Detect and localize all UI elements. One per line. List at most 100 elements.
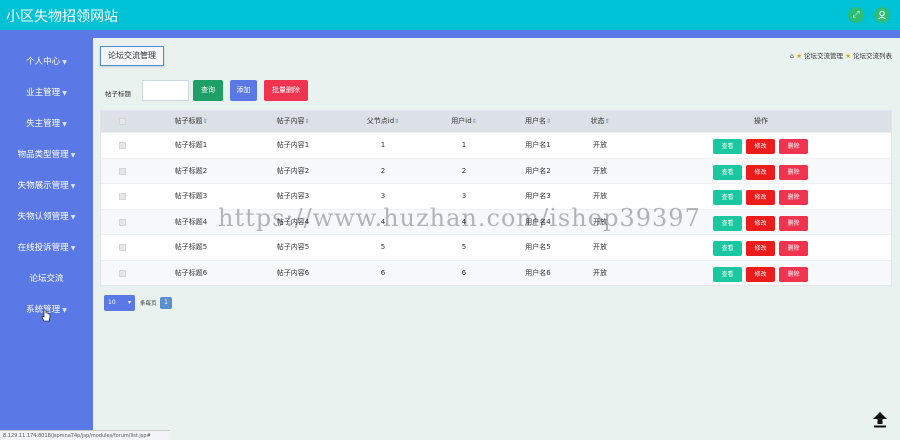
page-size-value: 10 [108, 299, 116, 306]
sort-icon: ⇕ [202, 118, 208, 125]
title-search-input[interactable] [142, 80, 189, 101]
cell-title: 帖子标题6 [174, 268, 208, 277]
edit-button[interactable]: 修改 [746, 241, 775, 256]
forum-table: 帖子标题⇕ 帖子内容⇕ 父节点id⇕ 用户id⇕ 用户名⇕ 状态⇕ 操作 帖子标… [100, 110, 892, 286]
sidebar-item-label: 论坛交流 [29, 274, 64, 284]
cell-content: 帖子内容2 [276, 166, 310, 175]
cell-content: 帖子内容1 [276, 141, 310, 149]
cell-status: 开放 [593, 141, 607, 149]
sidebar-item-label: 个人中心 [26, 57, 61, 67]
query-button[interactable]: 查询 [193, 80, 223, 101]
col-content[interactable]: 帖子内容⇕ [248, 111, 338, 132]
row-checkbox[interactable] [119, 167, 126, 175]
star-icon: ★ [845, 52, 851, 60]
sort-icon: ⇕ [394, 118, 400, 125]
edit-button[interactable]: 修改 [746, 190, 775, 205]
main-content: 论坛交流管理 ⌂ ★ 论坛交流管理 ★ 论坛交流列表 帖子标题 查询 添加 批量… [93, 38, 900, 440]
delete-button[interactable]: 删除 [779, 139, 808, 154]
delete-button[interactable]: 删除 [779, 241, 808, 256]
col-parent-id[interactable]: 父节点id⇕ [338, 111, 428, 132]
col-label: 用户id [451, 117, 472, 125]
batch-delete-button[interactable]: 批量删除 [264, 80, 308, 101]
sidebar-item-item-types[interactable]: 物品类型管理 ▼ [0, 140, 93, 170]
chevron-down-icon: ▼ [70, 183, 76, 190]
delete-button[interactable]: 删除 [779, 164, 808, 180]
view-button[interactable]: 查看 [713, 215, 742, 231]
cell-parent-id: 5 [380, 243, 386, 251]
sidebar-item-label: 在线投诉管理 [17, 243, 69, 253]
sidebar-item-label: 失物展示管理 [17, 181, 69, 191]
sidebar-item-claims[interactable]: 失物认领管理 ▼ [0, 202, 93, 232]
watermark: https://www.huzhan.com/ishop39397 [218, 204, 701, 232]
chevron-down-icon: ▼ [70, 152, 76, 159]
col-label: 用户名 [524, 117, 546, 125]
breadcrumb-item[interactable]: 论坛交流管理 [804, 52, 843, 60]
select-all-checkbox[interactable] [119, 118, 126, 125]
add-button[interactable]: 添加 [230, 80, 257, 101]
app-title: 小区失物招领网站 [6, 9, 118, 25]
chevron-down-icon: ▼ [62, 90, 67, 97]
view-button[interactable]: 查看 [713, 266, 742, 282]
home-icon[interactable]: ⌂ [790, 52, 794, 60]
chevron-down-icon: ▼ [62, 59, 67, 66]
delete-button[interactable]: 删除 [779, 215, 808, 231]
delete-button[interactable]: 删除 [779, 190, 808, 205]
view-button[interactable]: 查看 [713, 241, 742, 256]
cell-status: 开放 [593, 243, 607, 251]
row-checkbox[interactable] [119, 218, 126, 226]
header-strip [0, 30, 900, 38]
row-checkbox[interactable] [119, 193, 126, 200]
view-button[interactable]: 查看 [713, 164, 742, 180]
breadcrumb: ⌂ ★ 论坛交流管理 ★ 论坛交流列表 [790, 50, 892, 60]
sort-icon: ⇕ [545, 118, 552, 125]
sidebar-item-complaints[interactable]: 在线投诉管理 ▼ [0, 233, 93, 263]
delete-button[interactable]: 删除 [779, 266, 808, 282]
table-row: 帖子标题5 帖子内容5 5 5 用户名5 开放 查看 修改 删除 [101, 234, 891, 260]
sidebar-item-label: 物品类型管理 [17, 150, 69, 160]
table-row: 帖子标题1 帖子内容1 1 1 用户名1 开放 查看 修改 删除 [101, 132, 891, 158]
col-status[interactable]: 状态⇕ [565, 111, 635, 132]
cell-title: 帖子标题5 [174, 243, 208, 251]
back-to-top-icon[interactable] [871, 410, 889, 428]
sidebar-item-losers[interactable]: 失主管理 ▼ [0, 109, 93, 139]
sort-icon: ⇕ [304, 118, 310, 125]
star-icon: ★ [796, 52, 802, 60]
chevron-down-icon: ▼ [62, 307, 67, 314]
user-icon[interactable] [874, 7, 890, 23]
top-bar: 小区失物招领网站 ⤢ [0, 0, 900, 30]
page-size-select[interactable]: 10 ▾ [104, 295, 135, 311]
view-button[interactable]: 查看 [713, 190, 742, 205]
cell-content: 帖子内容6 [276, 268, 310, 277]
row-checkbox[interactable] [119, 142, 126, 149]
cell-content: 帖子内容5 [276, 243, 310, 251]
row-checkbox[interactable] [119, 269, 126, 277]
edit-button[interactable]: 修改 [746, 215, 775, 231]
sidebar-item-forum[interactable]: 论坛交流 [0, 264, 93, 294]
user-glyph [878, 10, 886, 20]
expand-icon[interactable]: ⤢ [848, 7, 864, 23]
sidebar-item-label: 失物认领管理 [17, 212, 69, 222]
chevron-down-icon: ▾ [127, 299, 131, 306]
cell-status: 开放 [593, 268, 607, 277]
row-checkbox[interactable] [119, 244, 126, 251]
chevron-down-icon: ▼ [70, 214, 76, 221]
search-label: 帖子标题 [105, 90, 131, 98]
edit-button[interactable]: 修改 [746, 164, 775, 180]
sidebar-item-lost-display[interactable]: 失物展示管理 ▼ [0, 171, 93, 201]
cell-parent-id: 1 [380, 141, 386, 149]
edit-button[interactable]: 修改 [746, 266, 775, 282]
cell-status: 开放 [593, 166, 607, 175]
page-tag[interactable]: 论坛交流管理 [100, 46, 164, 66]
hand-cursor-icon [41, 309, 51, 322]
edit-button[interactable]: 修改 [746, 139, 775, 154]
col-label: 状态 [590, 117, 605, 125]
sidebar-item-owners[interactable]: 业主管理 ▼ [0, 78, 93, 108]
table-header: 帖子标题⇕ 帖子内容⇕ 父节点id⇕ 用户id⇕ 用户名⇕ 状态⇕ 操作 [101, 111, 891, 132]
col-label: 父节点id [366, 117, 395, 125]
view-button[interactable]: 查看 [713, 139, 742, 154]
chevron-down-icon: ▼ [62, 121, 67, 128]
breadcrumb-item: 论坛交流列表 [853, 52, 892, 60]
col-title[interactable]: 帖子标题⇕ [146, 111, 236, 132]
sidebar-item-profile[interactable]: 个人中心 ▼ [0, 47, 93, 77]
page-number-current[interactable]: 1 [160, 297, 172, 309]
